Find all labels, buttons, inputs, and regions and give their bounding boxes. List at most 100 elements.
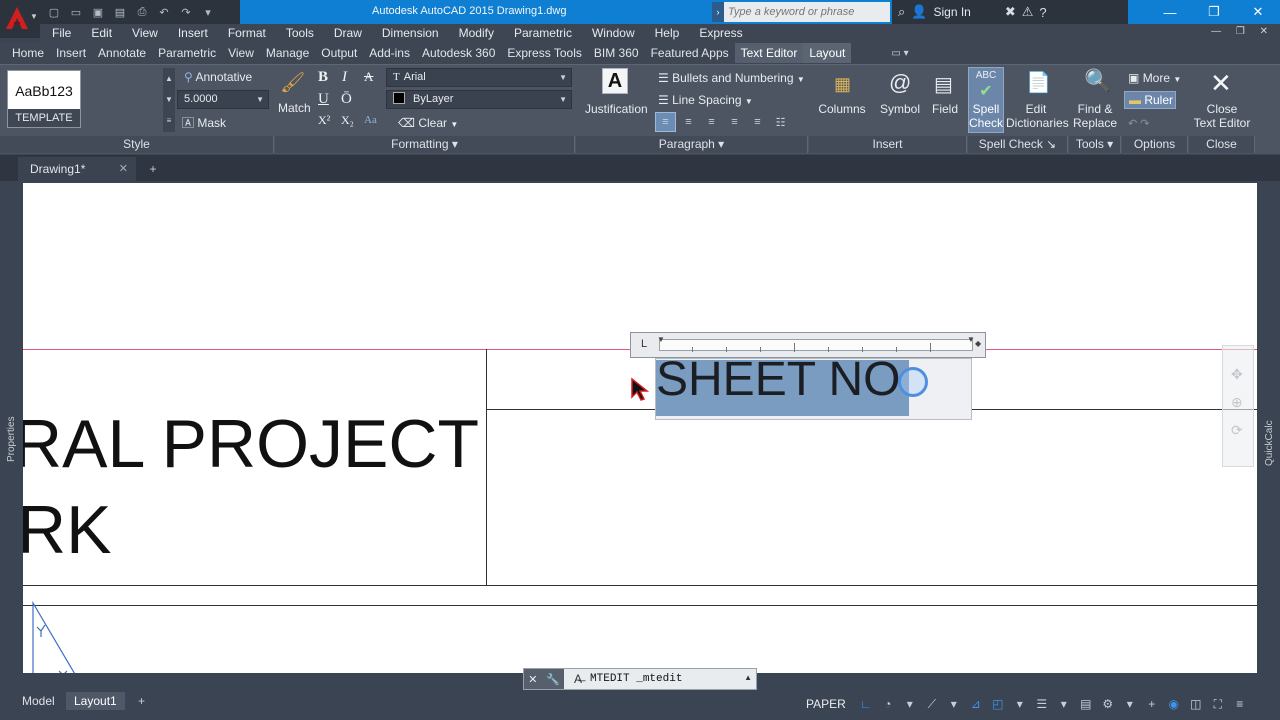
menu-parametric[interactable]: Parametric — [514, 26, 572, 40]
properties-palette-tab[interactable]: Properties — [4, 410, 20, 470]
plus-icon[interactable]: + — [1144, 697, 1160, 711]
settings-gear-icon[interactable]: ⚙ — [1100, 697, 1116, 711]
isolate-objects-icon[interactable]: ◉ — [1166, 697, 1182, 711]
search-input[interactable] — [724, 6, 884, 18]
lineweight-icon[interactable]: ☰ — [1034, 697, 1050, 711]
align-right-icon[interactable]: ≡ — [701, 112, 722, 132]
project-title-line-2[interactable]: RK — [23, 491, 111, 569]
customize-wrench-icon[interactable]: 🔧 — [546, 673, 560, 686]
spell-check-panel-title[interactable]: Spell Check ↘ — [968, 136, 1068, 153]
tab-autodesk-360[interactable]: Autodesk 360 — [416, 43, 501, 63]
tab-layout[interactable]: Layout — [803, 43, 852, 63]
symbol-button[interactable]: Symbol — [877, 102, 923, 116]
justification-button[interactable]: Justification — [585, 102, 648, 116]
italic-button[interactable]: I — [342, 69, 347, 86]
menu-help[interactable]: Help — [655, 26, 680, 40]
font-dropdown[interactable]: T Arial ▼ — [386, 68, 572, 87]
quickcalc-palette-tab[interactable]: QuickCalc — [1262, 410, 1278, 470]
plot-icon[interactable]: ⎙ — [134, 5, 150, 19]
superscript-button[interactable]: X² — [318, 113, 330, 128]
restore-window-button[interactable]: ❐ — [1192, 0, 1236, 24]
tab-stop-icon[interactable]: L — [641, 338, 647, 350]
command-history-icon[interactable]: ▲ — [744, 673, 752, 682]
chevron-up-icon[interactable]: ▲ — [163, 68, 175, 89]
pan-icon[interactable]: ✥ — [1231, 366, 1243, 383]
open-file-icon[interactable]: ▭ — [68, 5, 84, 19]
menu-file[interactable]: File — [52, 26, 71, 40]
bullets-numbering-button[interactable]: ☰ Bullets and Numbering ▼ — [658, 71, 805, 85]
chevron-down-icon[interactable]: ▾ — [1122, 697, 1138, 711]
document-window-controls-icon[interactable]: — ❐ ✕ — [1211, 26, 1274, 37]
zoom-icon[interactable]: ⊕ — [1231, 394, 1243, 411]
menu-window[interactable]: Window — [592, 26, 635, 40]
clear-formatting-button[interactable]: ⌫ Clear ▼ — [398, 116, 458, 130]
tools-panel-title[interactable]: Tools ▾ — [1069, 136, 1121, 153]
expand-gallery-icon[interactable]: ≡ — [163, 110, 175, 131]
overline-button[interactable]: Ō — [341, 91, 352, 108]
application-menu-button[interactable]: ▼ — [0, 0, 40, 38]
isodraft-icon[interactable]: ⟋ — [924, 697, 940, 712]
command-line[interactable]: ✕ 🔧 A̶ MTEDIT _mtedit ▲ — [523, 668, 757, 690]
tab-annotate[interactable]: Annotate — [92, 43, 152, 63]
close-window-button[interactable]: ✕ — [1236, 0, 1280, 24]
navigation-bar[interactable]: ✥ ⊕ ⟳ — [1222, 345, 1254, 467]
align-center-icon[interactable]: ≡ — [678, 112, 699, 132]
columns-button[interactable]: Columns — [816, 102, 868, 116]
customization-icon[interactable]: ≡ — [1232, 697, 1248, 711]
close-tab-icon[interactable]: ✕ — [119, 157, 128, 181]
menu-format[interactable]: Format — [228, 26, 266, 40]
bold-button[interactable]: B — [318, 69, 328, 86]
new-tab-icon[interactable]: + — [146, 163, 160, 175]
mtext-content[interactable]: SHEET NO — [656, 352, 901, 407]
edit-dictionaries-button[interactable]: Edit Dictionaries — [1006, 102, 1069, 130]
menu-draw[interactable]: Draw — [334, 26, 362, 40]
minimize-window-button[interactable]: — — [1148, 0, 1192, 24]
save-as-icon[interactable]: ▤ — [112, 5, 128, 19]
sign-in-link[interactable]: Sign In — [933, 5, 970, 19]
style-gallery-scroll[interactable]: ▲ ▼ ≡ — [163, 68, 175, 132]
chevron-down-icon[interactable]: ▾ — [946, 697, 962, 711]
distribute-icon[interactable]: ≡ — [747, 112, 768, 132]
save-icon[interactable]: ▣ — [90, 5, 106, 19]
hardware-acceleration-icon[interactable]: ◫ — [1188, 697, 1204, 711]
menu-edit[interactable]: Edit — [91, 26, 112, 40]
orbit-icon[interactable]: ⟳ — [1231, 422, 1243, 439]
menu-tools[interactable]: Tools — [286, 26, 314, 40]
formatting-panel-title[interactable]: Formatting ▾ — [275, 136, 575, 153]
ribbon-minimize-icon[interactable]: ▭ ▾ — [891, 48, 908, 59]
close-command-line-icon[interactable]: ✕ — [528, 673, 537, 686]
menu-modify[interactable]: Modify — [459, 26, 494, 40]
text-color-dropdown[interactable]: ByLayer ▼ — [386, 90, 572, 109]
annotative-toggle[interactable]: ⚲ Annotative — [184, 70, 252, 84]
underline-button[interactable]: U — [318, 91, 329, 108]
spell-check-button[interactable]: ABC ✔ Spell Check — [968, 67, 1004, 133]
tab-insert[interactable]: Insert — [50, 43, 92, 63]
align-left-icon[interactable]: ≡ — [655, 112, 676, 132]
tab-text-editor[interactable]: Text Editor — [734, 43, 804, 63]
tab-output[interactable]: Output — [315, 43, 363, 63]
new-file-icon[interactable]: ▢ — [46, 5, 62, 19]
close-text-editor-button[interactable]: Close Text Editor — [1190, 102, 1254, 130]
paragraph-settings-icon[interactable]: ☷ — [770, 112, 791, 132]
redo-icon[interactable]: ↷ — [178, 5, 194, 19]
tab-featured-apps[interactable]: Featured Apps — [645, 43, 735, 63]
tab-model[interactable]: Model — [14, 692, 63, 710]
text-style-gallery[interactable]: AaBb123 TEMPLATE — [7, 70, 81, 128]
strikethrough-button[interactable]: A — [364, 69, 373, 85]
chevron-down-icon[interactable]: ▾ — [1056, 697, 1072, 711]
paper-sheet[interactable]: RAL PROJECT RK — [23, 183, 1257, 673]
paragraph-panel-title[interactable]: Paragraph ▾ — [576, 136, 808, 153]
stay-connected-icon[interactable]: ⚠ — [1022, 4, 1034, 20]
menu-dimension[interactable]: Dimension — [382, 26, 439, 40]
tab-parametric[interactable]: Parametric — [152, 43, 222, 63]
ortho-icon[interactable]: ∟ — [858, 697, 874, 711]
tab-manage[interactable]: Manage — [260, 43, 315, 63]
tab-view[interactable]: View — [222, 43, 260, 63]
text-height-field[interactable]: 5.0000 ▼ — [177, 90, 269, 109]
menu-insert[interactable]: Insert — [178, 26, 208, 40]
help-icon[interactable]: ? — [1039, 5, 1046, 20]
customize-qat-icon[interactable]: ▾ — [200, 5, 216, 19]
ruler-track[interactable] — [659, 339, 973, 352]
resize-diamond-icon[interactable]: ◆ — [975, 339, 981, 348]
menu-express[interactable]: Express — [699, 26, 742, 40]
